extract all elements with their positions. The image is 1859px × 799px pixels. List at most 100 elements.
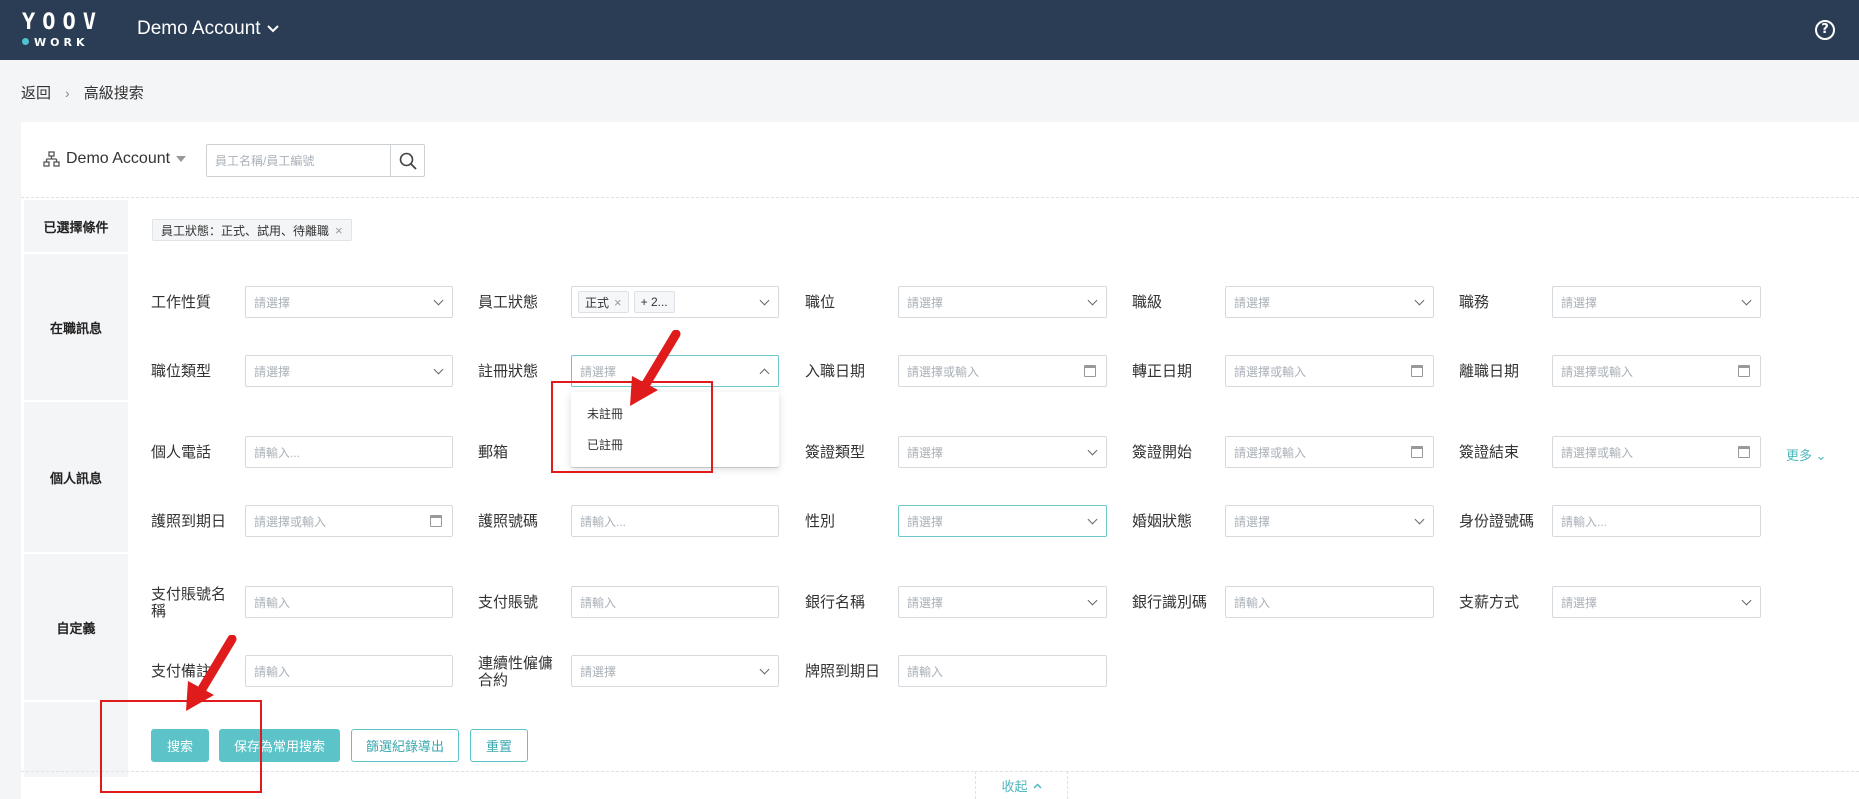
caret-down-icon bbox=[176, 156, 187, 162]
placeholder: 請選擇 bbox=[1561, 595, 1598, 610]
calendar-icon bbox=[430, 515, 442, 527]
label-visa-start: 簽證開始 bbox=[1132, 444, 1193, 461]
license-expiry-input[interactable]: 請輸入 bbox=[898, 655, 1107, 687]
visa-start-picker[interactable]: 請選擇或輸入 bbox=[1225, 436, 1434, 468]
selected-condition-text: 員工狀態：正式、試用、待離職 bbox=[161, 223, 330, 238]
label-contract: 連續性僱傭合約 bbox=[478, 655, 554, 689]
account-name: Demo Account bbox=[137, 18, 261, 39]
contract-select[interactable]: 請選擇 bbox=[571, 655, 779, 687]
label-passport-no: 護照號碼 bbox=[478, 513, 539, 530]
logo-subtext: WORK bbox=[34, 36, 89, 49]
label-confirm-date: 轉正日期 bbox=[1132, 363, 1193, 380]
more-fields-link[interactable]: 更多 ⌄ bbox=[1786, 445, 1827, 464]
employee-search-input[interactable] bbox=[207, 145, 390, 176]
employee-search-box bbox=[206, 144, 425, 177]
chevron-up-icon bbox=[1032, 782, 1042, 789]
leave-date-picker[interactable]: 請選擇或輸入 bbox=[1552, 355, 1761, 387]
selected-condition-tag: 員工狀態：正式、試用、待離職 × bbox=[152, 219, 352, 241]
placeholder: 請選擇或輸入 bbox=[907, 364, 980, 379]
label-visa-end: 簽證結束 bbox=[1459, 444, 1520, 461]
search-icon-button[interactable] bbox=[390, 145, 424, 176]
duty-select[interactable]: 請選擇 bbox=[1552, 286, 1761, 318]
bank-name-select[interactable]: 請選擇 bbox=[898, 586, 1107, 618]
breadcrumb: 返回 › 高級搜索 bbox=[21, 82, 144, 103]
position-type-select[interactable]: 請選擇 bbox=[245, 355, 453, 387]
section-label-custom: 自定義 bbox=[24, 554, 128, 700]
emp-status-select[interactable]: 正式 × + 2... bbox=[571, 286, 779, 318]
help-icon[interactable]: ? bbox=[1815, 20, 1835, 40]
chevron-down-icon bbox=[1087, 445, 1098, 456]
label-leave-date: 離職日期 bbox=[1459, 363, 1520, 380]
section-label-personal: 個人訊息 bbox=[24, 402, 128, 552]
status-chip-regular: 正式 × bbox=[578, 291, 629, 313]
marital-select[interactable]: 請選擇 bbox=[1225, 505, 1434, 537]
grade-select[interactable]: 請選擇 bbox=[1225, 286, 1434, 318]
pay-account-input[interactable]: 請輸入 bbox=[571, 586, 779, 618]
label-grade: 職級 bbox=[1132, 294, 1163, 311]
account-switcher[interactable]: Demo Account bbox=[137, 18, 279, 40]
phone-input[interactable]: 請輸入... bbox=[245, 436, 453, 468]
org-selector[interactable]: Demo Account bbox=[43, 150, 187, 168]
chevron-down-icon bbox=[266, 25, 279, 33]
passport-no-input[interactable]: 請輸入... bbox=[571, 505, 779, 537]
back-link[interactable]: 返回 bbox=[21, 82, 51, 103]
more-label: 更多 bbox=[1786, 448, 1813, 463]
breadcrumb-current: 高級搜索 bbox=[83, 85, 144, 102]
chevron-down-icon bbox=[1414, 514, 1425, 525]
placeholder: 請輸入 bbox=[1234, 595, 1271, 610]
visa-type-select[interactable]: 請選擇 bbox=[898, 436, 1107, 468]
collapse-toggle[interactable]: 收起 bbox=[975, 771, 1068, 799]
placeholder: 請選擇或輸入 bbox=[1561, 445, 1634, 460]
placeholder: 請輸入 bbox=[580, 595, 617, 610]
status-chip-more: + 2... bbox=[633, 291, 675, 313]
top-bar: YOOV WORK Demo Account ? bbox=[0, 0, 1859, 60]
placeholder: 請選擇 bbox=[907, 295, 944, 310]
passport-expiry-picker[interactable]: 請選擇或輸入 bbox=[245, 505, 453, 537]
collapse-label: 收起 bbox=[1001, 779, 1028, 794]
annotation-arrow-icon bbox=[186, 635, 237, 711]
placeholder: 請選擇 bbox=[1561, 295, 1598, 310]
placeholder: 請選擇 bbox=[254, 295, 291, 310]
placeholder: 請選擇 bbox=[907, 445, 944, 460]
join-date-picker[interactable]: 請選擇或輸入 bbox=[898, 355, 1107, 387]
org-tree-icon bbox=[43, 150, 60, 167]
placeholder: 請選擇或輸入 bbox=[1561, 364, 1634, 379]
placeholder: 請選擇或輸入 bbox=[1234, 445, 1307, 460]
export-button[interactable]: 篩選紀錄導出 bbox=[351, 729, 459, 762]
pay-note-input[interactable]: 請輸入 bbox=[245, 655, 453, 687]
close-icon[interactable]: × bbox=[335, 223, 343, 238]
chevron-down-icon bbox=[759, 295, 770, 306]
label-join-date: 入職日期 bbox=[805, 363, 866, 380]
close-icon[interactable]: × bbox=[614, 295, 622, 310]
visa-end-picker[interactable]: 請選擇或輸入 bbox=[1552, 436, 1761, 468]
placeholder: 請輸入... bbox=[254, 445, 301, 460]
reset-button[interactable]: 重置 bbox=[470, 729, 528, 762]
placeholder: 請選擇 bbox=[254, 364, 291, 379]
label-license-expiry: 牌照到期日 bbox=[805, 663, 881, 680]
label-work-nature: 工作性質 bbox=[151, 294, 212, 311]
id-no-input[interactable]: 請輸入... bbox=[1552, 505, 1761, 537]
label-passport-expiry: 護照到期日 bbox=[151, 513, 227, 530]
calendar-icon bbox=[1084, 365, 1096, 377]
pay-account-name-input[interactable]: 請輸入 bbox=[245, 586, 453, 618]
label-marital: 婚姻狀態 bbox=[1132, 513, 1193, 530]
placeholder: 請選擇 bbox=[907, 514, 944, 529]
gender-select[interactable]: 請選擇 bbox=[898, 505, 1107, 537]
pay-method-select[interactable]: 請選擇 bbox=[1552, 586, 1761, 618]
placeholder: 請輸入 bbox=[254, 664, 291, 679]
confirm-date-picker[interactable]: 請選擇或輸入 bbox=[1225, 355, 1434, 387]
logo-wordmark: YOOV bbox=[22, 10, 103, 35]
label-bank-name: 銀行名稱 bbox=[805, 594, 866, 611]
label-bank-code: 銀行識別碼 bbox=[1132, 594, 1208, 611]
bank-code-input[interactable]: 請輸入 bbox=[1225, 586, 1434, 618]
calendar-icon bbox=[1738, 365, 1750, 377]
work-nature-select[interactable]: 請選擇 bbox=[245, 286, 453, 318]
panel-header: Demo Account bbox=[21, 122, 1859, 198]
org-name: Demo Account bbox=[66, 150, 171, 167]
divider bbox=[21, 771, 1859, 772]
chevron-down-icon bbox=[1087, 514, 1098, 525]
yoov-work-logo[interactable]: YOOV WORK bbox=[22, 10, 96, 52]
position-select[interactable]: 請選擇 bbox=[898, 286, 1107, 318]
calendar-icon bbox=[1411, 446, 1423, 458]
annotation-arrow-icon bbox=[630, 330, 681, 406]
